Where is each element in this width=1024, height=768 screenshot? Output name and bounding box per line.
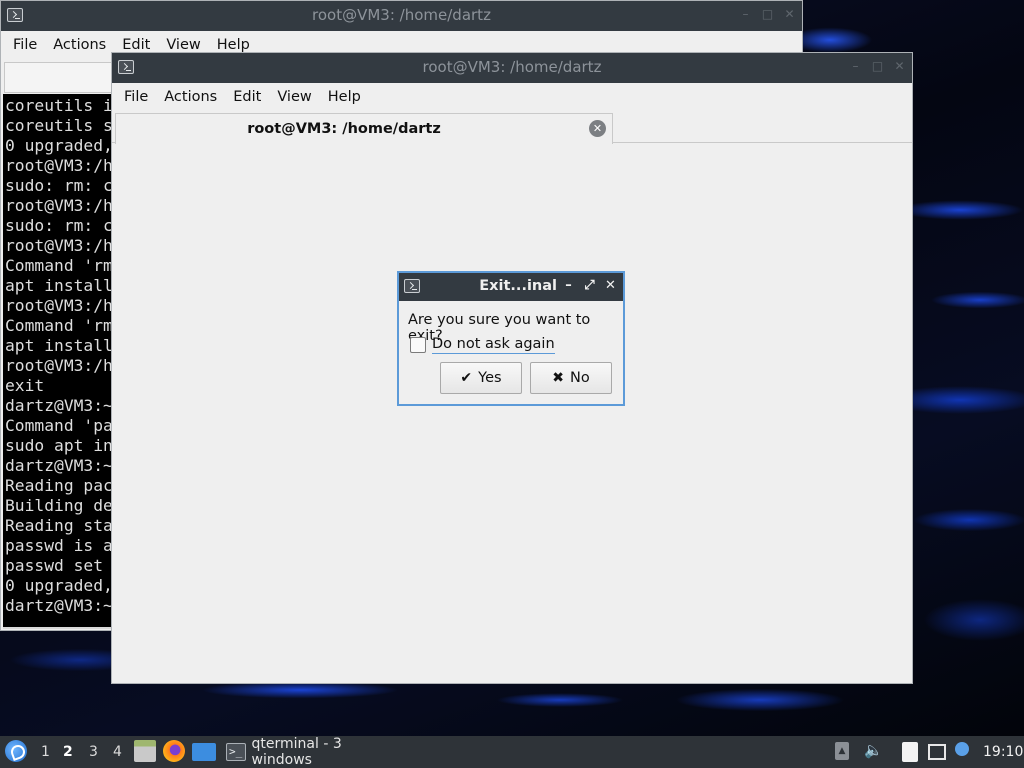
exit-confirm-dialog: Exit...inal – ⤢ ✕ Are you sure you want …: [397, 271, 625, 406]
minimize-icon[interactable]: –: [739, 8, 752, 21]
no-button[interactable]: ✖ No: [530, 362, 612, 394]
taskbar: 1 2 3 4 >_ qterminal - 3 windows ▲ 🔈 19:…: [0, 736, 1024, 768]
update-notifier-icon[interactable]: [955, 742, 969, 756]
maximize-icon[interactable]: ⤢: [583, 279, 596, 292]
close-icon[interactable]: ✕: [604, 279, 617, 292]
menu-file[interactable]: File: [116, 83, 156, 111]
clock[interactable]: 19:10: [983, 744, 1023, 760]
minimize-icon[interactable]: –: [562, 279, 575, 292]
window-title: root@VM3: /home/dartz: [312, 6, 491, 24]
no-button-label: No: [570, 370, 590, 386]
yes-button[interactable]: ✔ Yes: [440, 362, 522, 394]
network-icon[interactable]: [928, 744, 946, 760]
taskbar-task-qterminal[interactable]: >_ qterminal - 3 windows: [222, 736, 402, 768]
tab-bar: root@VM3: /home/dartz ✕: [112, 113, 912, 144]
yes-button-label: Yes: [478, 370, 502, 386]
tray-expand-icon[interactable]: ▲: [835, 742, 849, 760]
workspace-3[interactable]: 3: [89, 744, 98, 760]
dialog-title: Exit...inal: [479, 278, 557, 294]
close-icon[interactable]: ✕: [893, 60, 906, 73]
terminal-app-icon: [404, 279, 420, 293]
window-title: root@VM3: /home/dartz: [422, 58, 602, 76]
show-desktop-icon[interactable]: [192, 743, 216, 761]
file-manager-icon[interactable]: [134, 740, 156, 762]
check-icon: ✔: [460, 370, 473, 386]
task-label: qterminal - 3 windows: [251, 736, 342, 768]
workspace-4[interactable]: 4: [113, 744, 122, 760]
start-menu-icon[interactable]: [5, 740, 27, 762]
tab-close-icon[interactable]: ✕: [589, 120, 606, 137]
menu-view[interactable]: View: [269, 83, 319, 111]
cross-icon: ✖: [552, 370, 564, 386]
menu-actions[interactable]: Actions: [45, 31, 114, 59]
menu-file[interactable]: File: [5, 31, 45, 59]
minimize-icon[interactable]: –: [849, 60, 862, 73]
workspace-2[interactable]: 2: [63, 744, 73, 760]
close-icon[interactable]: ✕: [783, 8, 796, 21]
do-not-ask-label[interactable]: Do not ask again: [432, 336, 555, 354]
tab-terminal[interactable]: root@VM3: /home/dartz ✕: [115, 113, 613, 144]
workspace-1[interactable]: 1: [41, 744, 50, 760]
maximize-icon[interactable]: □: [871, 60, 884, 73]
menubar: File Actions Edit View Help: [112, 83, 912, 111]
maximize-icon[interactable]: □: [761, 8, 774, 21]
do-not-ask-checkbox[interactable]: [410, 337, 426, 353]
menu-help[interactable]: Help: [320, 83, 369, 111]
volume-icon[interactable]: 🔈: [864, 741, 883, 759]
window-titlebar[interactable]: root@VM3: /home/dartz – □ ✕: [1, 1, 802, 31]
menu-edit[interactable]: Edit: [225, 83, 269, 111]
firefox-icon[interactable]: [163, 740, 185, 762]
window-titlebar[interactable]: root@VM3: /home/dartz – □ ✕: [112, 53, 912, 83]
menu-actions[interactable]: Actions: [156, 83, 225, 111]
clipboard-icon[interactable]: [902, 742, 918, 762]
tab-label: root@VM3: /home/dartz: [247, 121, 441, 137]
dialog-titlebar[interactable]: Exit...inal – ⤢ ✕: [399, 273, 623, 301]
do-not-ask-row[interactable]: Do not ask again: [410, 336, 555, 354]
terminal-icon: >_: [226, 743, 246, 761]
